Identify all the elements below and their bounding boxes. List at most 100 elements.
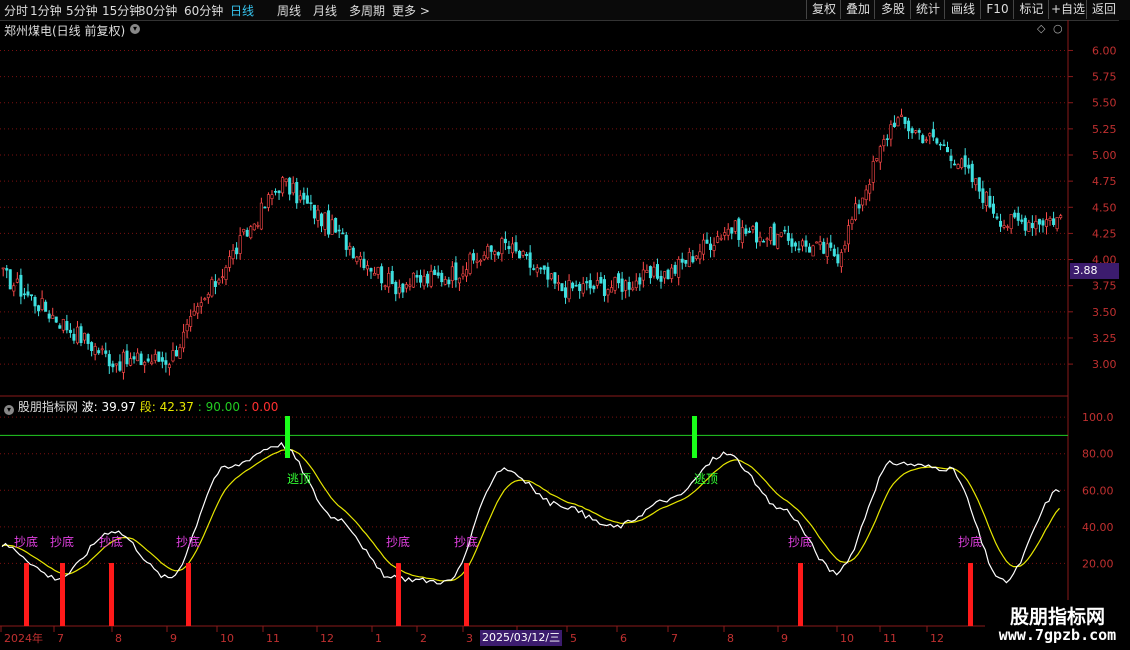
candle-body [277, 190, 281, 194]
buy-signal-bar [24, 563, 29, 626]
candle-body [521, 251, 525, 256]
candle-body [93, 346, 97, 355]
candle-body [518, 251, 522, 259]
candle-body [256, 225, 260, 227]
sell-signal-label: 逃顶 [694, 472, 718, 486]
candle-body [231, 250, 235, 260]
buy-signal-label: 抄底 [454, 534, 478, 549]
candle-body [680, 258, 684, 263]
candle-body [369, 268, 373, 272]
candle-body [139, 353, 143, 366]
x-tick-label: 12 [320, 632, 334, 645]
candle-body [104, 350, 108, 354]
candle-body [871, 161, 875, 183]
candle-body [935, 138, 939, 144]
candle-body [411, 272, 415, 288]
candle-body [829, 242, 833, 248]
candle-body [571, 282, 575, 289]
candle-body [348, 246, 352, 250]
candle-body [390, 270, 394, 285]
candle-body [645, 269, 649, 273]
buy-signal-bar [798, 563, 803, 626]
candle-body [663, 271, 667, 279]
candle-body [553, 272, 557, 284]
candle-body [620, 278, 624, 292]
candle-body [1009, 214, 1013, 229]
level-b-value: : 0.00 [243, 400, 279, 414]
candle-body [924, 139, 928, 142]
candle-body [1052, 218, 1056, 225]
candle-body [861, 197, 865, 206]
candle-body [146, 358, 150, 362]
candle-body [917, 130, 921, 133]
candle-body [528, 252, 532, 268]
candle-body [419, 275, 423, 283]
candle-body [850, 219, 854, 225]
candle-body [100, 348, 104, 351]
x-tick-label: 8 [115, 632, 122, 645]
candle-body [627, 282, 631, 290]
candle-body [991, 203, 995, 214]
chevron-down-icon[interactable]: ▾ [4, 405, 14, 415]
candle-body [475, 260, 479, 263]
candle-body [655, 264, 659, 279]
candle-body [793, 242, 797, 247]
candle-body [846, 225, 850, 245]
candle-body [40, 298, 44, 310]
price-tick-label: 5.00 [1092, 149, 1117, 162]
candle-body [167, 364, 171, 368]
candle-body [8, 269, 12, 290]
candle-body [510, 243, 514, 254]
candle-body [776, 234, 780, 249]
candle-body [118, 361, 122, 371]
candle-body [489, 245, 493, 252]
candle-body [755, 222, 759, 243]
candle-body [599, 276, 603, 284]
candle-body [334, 217, 338, 233]
candle-body [772, 223, 776, 246]
candle-body [284, 178, 288, 182]
candle-body [652, 266, 656, 277]
candle-body [174, 350, 178, 357]
x-tick-label: 7 [671, 632, 678, 645]
indicator-tick-label: 60.00 [1082, 484, 1114, 497]
candle-body [330, 219, 334, 235]
candle-body [974, 178, 978, 186]
candle-body [942, 144, 946, 146]
candle-body [864, 189, 868, 200]
watermark: 股朋指标网 www.7gpzb.com [985, 600, 1130, 650]
candle-body [882, 139, 886, 147]
candle-body [641, 269, 645, 281]
candle-body [404, 284, 408, 289]
candle-body [624, 280, 628, 291]
candle-body [549, 273, 553, 280]
candle-body [26, 291, 30, 296]
price-tick-label: 4.50 [1092, 201, 1117, 214]
candle-body [691, 256, 695, 263]
candle-body [312, 204, 316, 219]
candle-body [249, 226, 253, 239]
candle-body [779, 232, 783, 237]
candle-body [132, 356, 136, 360]
candle-body [401, 283, 405, 293]
candle-body [719, 237, 723, 240]
candle-body [196, 306, 200, 314]
indicator-title: ▾ 股朋指标网 波: 39.97 段: 42.37 : 90.00 : 0.00 [4, 398, 278, 415]
candle-body [744, 228, 748, 234]
candle-body [1045, 219, 1049, 227]
candle-body [5, 268, 9, 271]
candle-body [740, 227, 744, 243]
candle-body [900, 114, 904, 117]
right-info-strip[interactable] [1119, 20, 1130, 630]
candle-body [677, 259, 681, 278]
candle-body [832, 248, 836, 257]
candle-body [726, 228, 730, 236]
candle-body [659, 275, 663, 282]
x-tick-label: 7 [57, 632, 64, 645]
candle-body [556, 282, 560, 285]
x-tick-label: 2024年 [4, 631, 43, 645]
candle-body [15, 278, 19, 283]
candle-body [878, 146, 882, 163]
candle-body [751, 226, 755, 230]
candle-body [79, 326, 83, 343]
